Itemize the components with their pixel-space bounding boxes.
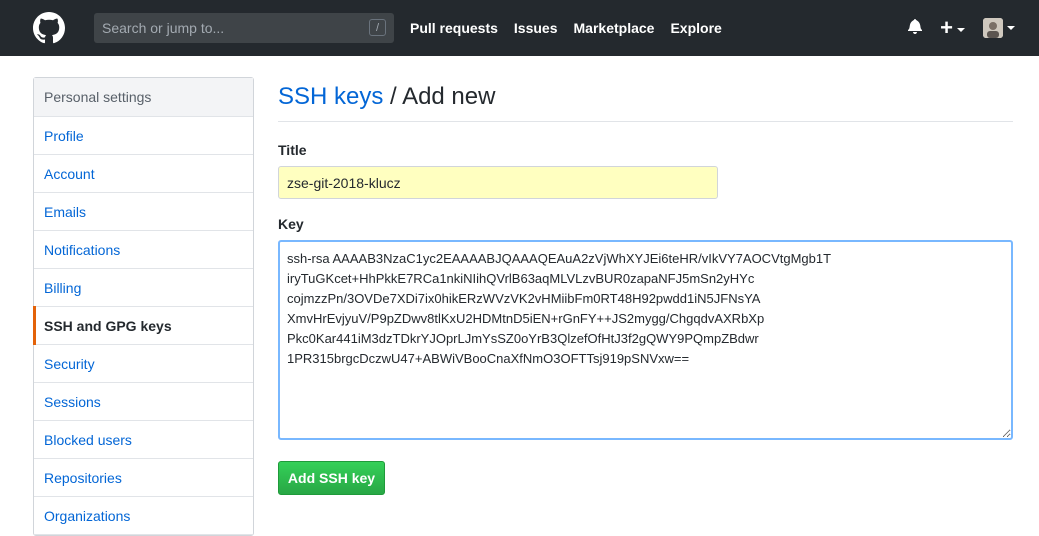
chevron-down-icon <box>957 28 965 33</box>
sidebar-item-organizations[interactable]: Organizations <box>34 497 253 535</box>
sidebar-heading: Personal settings <box>34 78 253 117</box>
search-input[interactable]: Search or jump to... / <box>94 13 394 43</box>
title-field[interactable] <box>278 166 718 199</box>
sidebar-item-sessions[interactable]: Sessions <box>34 383 253 421</box>
sidebar-item-security[interactable]: Security <box>34 345 253 383</box>
breadcrumb-separator: / <box>383 83 403 110</box>
bell-icon[interactable] <box>908 18 923 39</box>
nav-marketplace[interactable]: Marketplace <box>574 20 655 36</box>
sidebar-item-emails[interactable]: Emails <box>34 193 253 231</box>
sidebar-item-blocked-users[interactable]: Blocked users <box>34 421 253 459</box>
key-textarea[interactable]: ssh-rsa AAAAB3NzaC1yc2EAAAABJQAAAQEAuA2z… <box>278 240 1013 440</box>
sidebar-item-profile[interactable]: Profile <box>34 117 253 155</box>
search-placeholder: Search or jump to... <box>102 20 225 36</box>
top-header: Search or jump to... / Pull requests Iss… <box>0 0 1039 56</box>
sidebar-item-repositories[interactable]: Repositories <box>34 459 253 497</box>
plus-icon: + <box>940 14 953 40</box>
nav-explore[interactable]: Explore <box>670 20 721 36</box>
breadcrumb-ssh-keys-link[interactable]: SSH keys <box>278 83 383 110</box>
key-label: Key <box>278 216 304 232</box>
add-ssh-key-button[interactable]: Add SSH key <box>278 461 385 495</box>
page-title: SSH keys / Add new <box>278 77 1013 122</box>
github-logo-icon[interactable] <box>32 11 66 45</box>
search-shortcut-key: / <box>369 19 386 36</box>
create-new-menu[interactable]: + <box>940 14 965 40</box>
chevron-down-icon <box>1007 26 1015 30</box>
sidebar-item-notifications[interactable]: Notifications <box>34 231 253 269</box>
sidebar-item-ssh-gpg-keys[interactable]: SSH and GPG keys <box>33 306 253 345</box>
sidebar-item-account[interactable]: Account <box>34 155 253 193</box>
nav-issues[interactable]: Issues <box>514 20 558 36</box>
avatar <box>983 18 1003 38</box>
user-menu[interactable] <box>983 18 1015 38</box>
sidebar-item-billing[interactable]: Billing <box>34 269 253 307</box>
title-label: Title <box>278 142 307 158</box>
header-actions: + <box>908 0 1015 56</box>
nav-pull-requests[interactable]: Pull requests <box>410 20 498 36</box>
breadcrumb-current: Add new <box>402 83 496 110</box>
main-content: SSH keys / Add new Title Key ssh-rsa AAA… <box>278 77 1013 495</box>
settings-sidebar: Personal settings Profile Account Emails… <box>33 77 254 536</box>
top-nav: Pull requests Issues Marketplace Explore <box>410 20 738 36</box>
